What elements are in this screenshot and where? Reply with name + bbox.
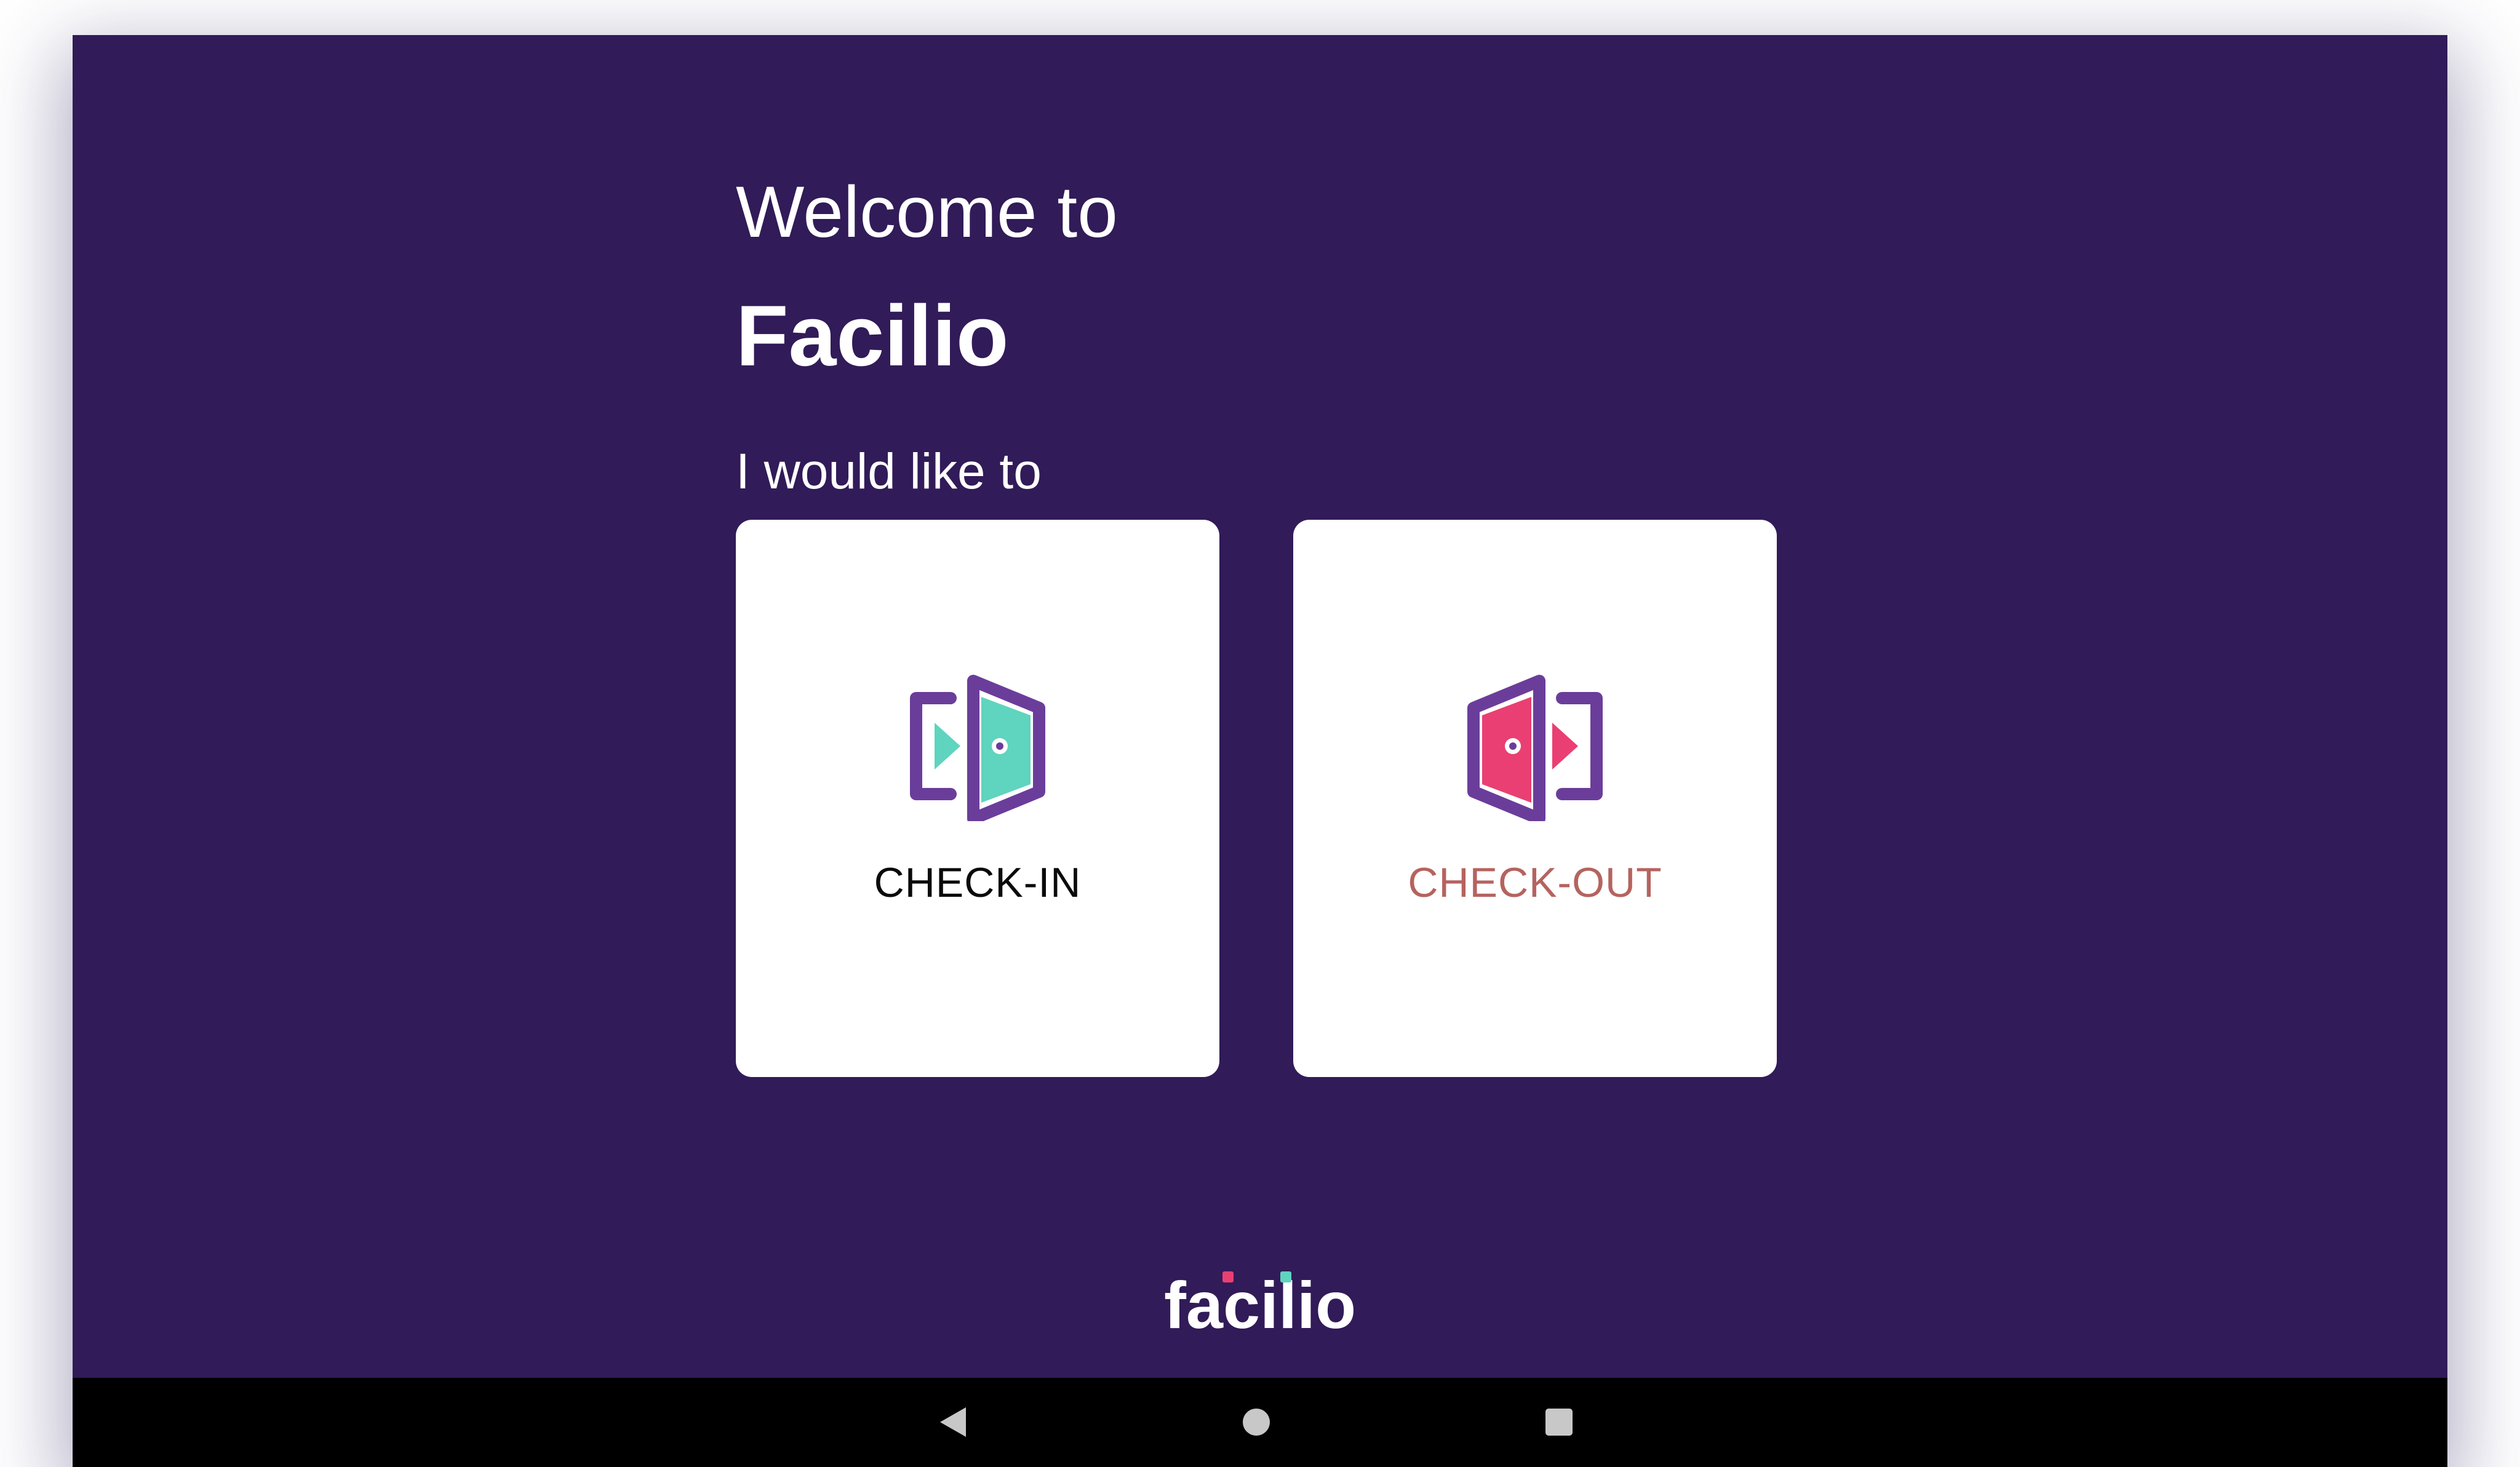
welcome-screen: Welcome to Facilio I would like to CHECK… bbox=[73, 35, 2447, 1378]
check-in-label: CHECK-IN bbox=[874, 859, 1082, 906]
door-enter-icon bbox=[910, 675, 1045, 821]
check-in-button[interactable]: CHECK-IN bbox=[736, 520, 1219, 1077]
door-exit-icon bbox=[1467, 675, 1603, 821]
app-title: Facilio bbox=[736, 287, 1009, 384]
facilio-logo: facilio bbox=[73, 1265, 2447, 1345]
welcome-heading: Welcome to bbox=[736, 172, 1118, 253]
home-button[interactable] bbox=[1234, 1400, 1278, 1444]
action-prompt: I would like to bbox=[736, 443, 1042, 499]
system-navigation-bar bbox=[73, 1378, 2447, 1467]
check-out-button[interactable]: CHECK-OUT bbox=[1293, 520, 1777, 1077]
check-out-label: CHECK-OUT bbox=[1408, 859, 1662, 906]
home-icon bbox=[1243, 1409, 1270, 1436]
back-icon bbox=[940, 1407, 966, 1437]
recents-button[interactable] bbox=[1537, 1400, 1581, 1444]
recents-icon bbox=[1545, 1409, 1573, 1436]
logo-dot-teal bbox=[1280, 1271, 1291, 1282]
logo-wordmark: facilio bbox=[1163, 1268, 1357, 1342]
logo-dot-pink bbox=[1222, 1271, 1234, 1282]
tablet-frame: Welcome to Facilio I would like to CHECK… bbox=[73, 35, 2447, 1467]
back-button[interactable] bbox=[931, 1400, 976, 1444]
